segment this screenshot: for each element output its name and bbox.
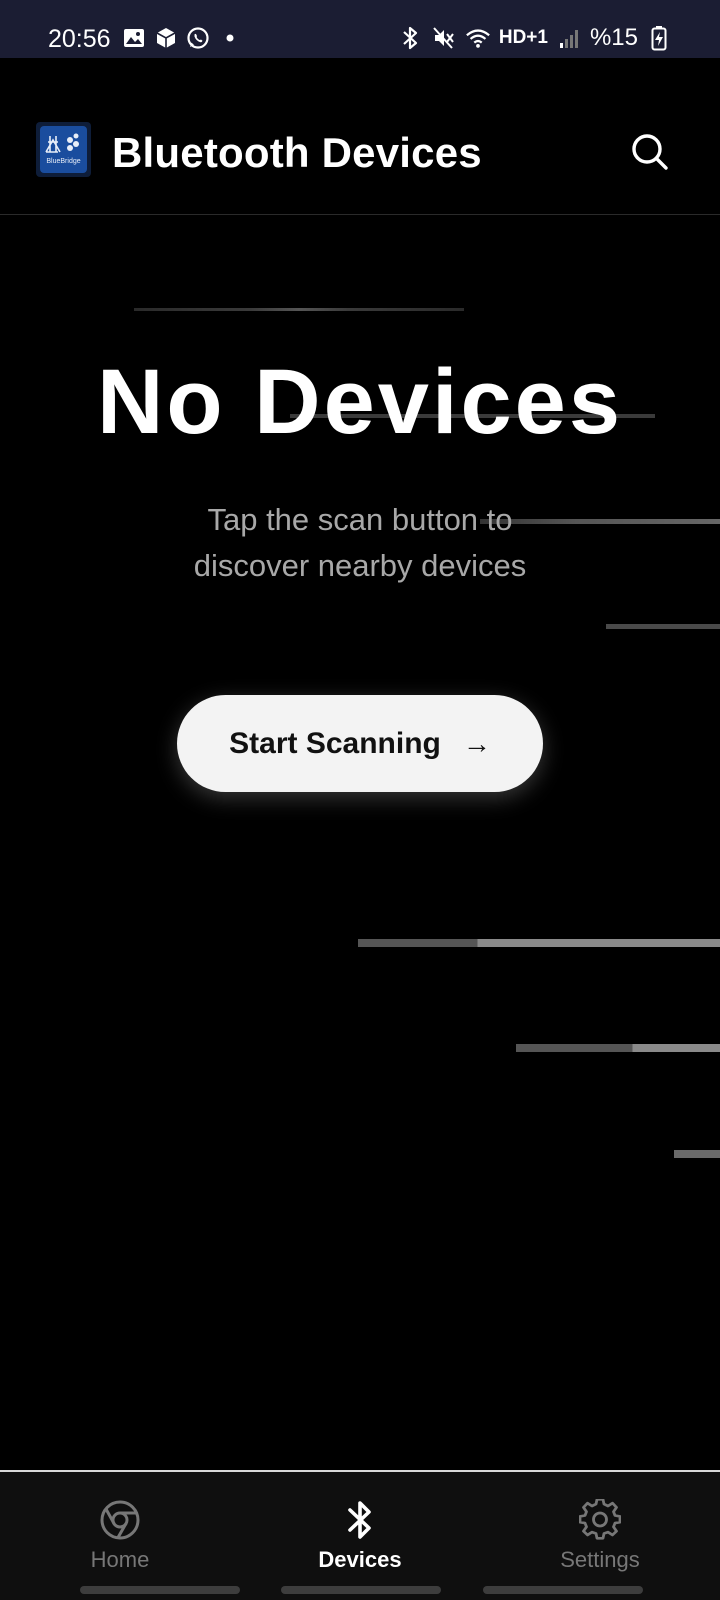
scan-line-decoration	[674, 1150, 720, 1158]
scan-line-decoration	[358, 939, 720, 947]
gallery-icon	[122, 26, 146, 50]
status-time: 20:56	[48, 25, 111, 53]
nav-label-home: Home	[90, 1547, 150, 1572]
dot-icon	[218, 26, 242, 50]
status-bar: 20:56 HD+1 %15	[0, 0, 720, 58]
gear-icon	[578, 1498, 622, 1542]
app-bar: BlueBridge Bluetooth Devices	[0, 58, 720, 215]
search-button[interactable]	[626, 128, 674, 176]
battery-charging-icon	[646, 25, 672, 51]
search-icon	[632, 134, 668, 170]
empty-state-title: No Devices	[96, 351, 624, 453]
status-notification-icons	[122, 26, 242, 50]
wifi-icon	[465, 25, 491, 51]
scan-line-decoration	[134, 308, 464, 311]
chrome-icon	[98, 1498, 142, 1542]
package-icon	[154, 26, 178, 50]
start-scanning-button[interactable]: Start Scanning →	[177, 695, 543, 792]
bluetooth-icon	[338, 1498, 382, 1542]
scan-line-decoration	[606, 624, 720, 629]
start-scanning-label: Start Scanning	[229, 726, 441, 760]
bottom-navigation: Home Devices Settings	[0, 1470, 720, 1600]
whatsapp-icon	[186, 26, 210, 50]
app-logo-text: BlueBridge	[46, 158, 81, 165]
nav-item-settings[interactable]: Settings	[500, 1498, 700, 1578]
mute-icon	[431, 25, 457, 51]
nav-indicator-devices	[281, 1586, 441, 1594]
nav-label-settings: Settings	[560, 1547, 640, 1572]
bluetooth-icon	[397, 25, 423, 51]
status-system-icons: HD+1 %15	[397, 24, 672, 52]
battery-text: %15	[589, 24, 638, 51]
signal-icon	[556, 25, 582, 51]
nav-indicator-home	[80, 1586, 240, 1594]
empty-state-subtitle: Tap the scan button to discover nearby d…	[0, 497, 720, 589]
nav-item-devices[interactable]: Devices	[260, 1498, 460, 1578]
hd-plus-icon: HD+1	[498, 27, 548, 48]
app-logo: BlueBridge	[36, 122, 91, 177]
nav-item-home[interactable]: Home	[20, 1498, 220, 1578]
arrow-right-icon: →	[462, 727, 491, 759]
empty-state-subtitle-line: discover nearby devices	[193, 548, 527, 583]
nav-indicator-settings	[483, 1586, 643, 1594]
empty-state-subtitle-line: Tap the scan button to	[207, 502, 513, 537]
page-title: Bluetooth Devices	[112, 129, 482, 176]
scan-line-decoration	[516, 1044, 720, 1052]
nav-label-devices: Devices	[318, 1547, 402, 1572]
